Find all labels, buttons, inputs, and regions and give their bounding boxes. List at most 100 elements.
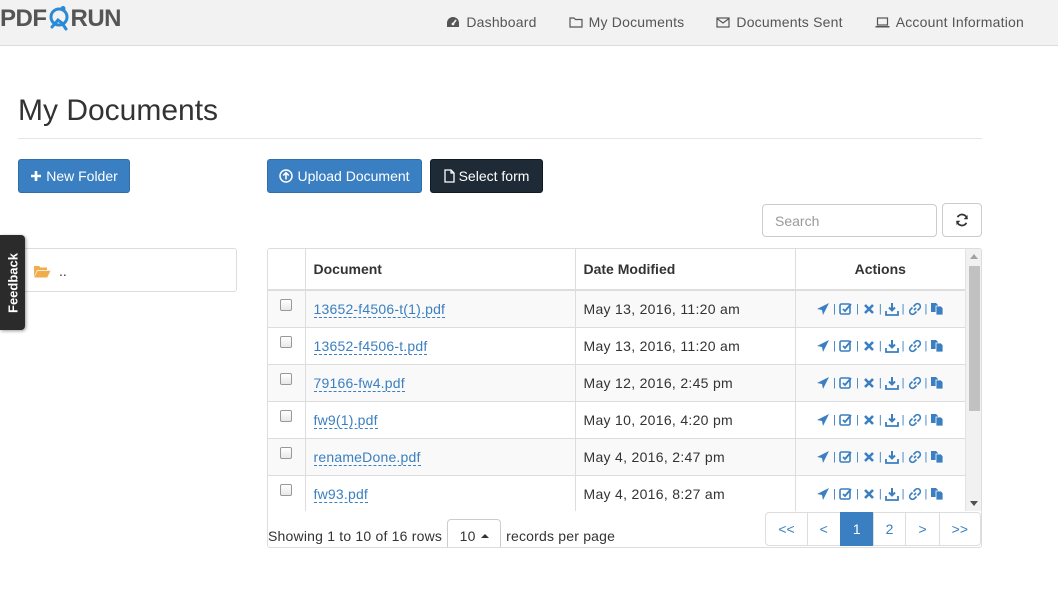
actions-cell: | | | | | bbox=[795, 438, 965, 476]
nav-dashboard-label: Dashboard bbox=[466, 14, 537, 30]
download-icon[interactable] bbox=[884, 486, 900, 502]
new-folder-button[interactable]: New Folder bbox=[18, 159, 130, 193]
document-link[interactable]: 13652-f4506-t(1).pdf bbox=[313, 300, 446, 318]
edit-icon[interactable] bbox=[838, 375, 854, 391]
edit-icon[interactable] bbox=[838, 338, 854, 354]
delete-icon[interactable] bbox=[861, 486, 877, 502]
nav-my-documents[interactable]: My Documents bbox=[569, 14, 685, 30]
table-row[interactable]: 13652-f4506-t(1).pdf May 13, 2016, 11:20 … bbox=[268, 290, 965, 328]
nav-dashboard[interactable]: Dashboard bbox=[446, 14, 536, 30]
table-row[interactable]: 79166-fw4.pdf May 12, 2016, 2:45 pm | | | | | bbox=[268, 364, 965, 402]
row-checkbox[interactable] bbox=[280, 483, 293, 496]
table-row[interactable]: fw93.pdf May 4, 2016, 8:27 am | | | | | bbox=[268, 475, 965, 511]
table-row[interactable]: 13652-f4506-t.pdf May 13, 2016, 11:20 am |… bbox=[268, 327, 965, 365]
row-checkbox[interactable] bbox=[280, 372, 293, 385]
link-icon[interactable] bbox=[907, 449, 923, 465]
pdfrun-logo[interactable]: PDF RUN bbox=[0, 5, 121, 33]
row-checkbox[interactable] bbox=[280, 299, 293, 312]
document-link[interactable]: renameDone.pdf bbox=[313, 448, 421, 466]
delete-icon[interactable] bbox=[861, 412, 877, 428]
send-icon[interactable] bbox=[815, 338, 831, 354]
copy-icon[interactable] bbox=[929, 412, 945, 428]
page-prev-button[interactable]: < bbox=[806, 512, 841, 546]
edit-icon[interactable] bbox=[838, 412, 854, 428]
copy-icon[interactable] bbox=[929, 338, 945, 354]
link-icon[interactable] bbox=[907, 338, 923, 354]
table-row[interactable]: fw9(1).pdf May 10, 2016, 4:20 pm | | | | | bbox=[268, 401, 965, 439]
header-document[interactable]: Document bbox=[305, 249, 576, 291]
send-icon[interactable] bbox=[815, 301, 831, 317]
search-input[interactable] bbox=[762, 204, 937, 237]
copy-icon[interactable] bbox=[929, 301, 945, 317]
showing-rows-text: Showing 1 to 10 of 16 rows bbox=[268, 528, 443, 544]
link-icon[interactable] bbox=[907, 412, 923, 428]
document-cell: fw93.pdf bbox=[305, 475, 576, 511]
delete-icon[interactable] bbox=[861, 375, 877, 391]
table-scroll-area[interactable]: Document Date Modified Actions 13652-f45… bbox=[268, 249, 965, 511]
download-icon[interactable] bbox=[884, 301, 900, 317]
scrollbar-thumb[interactable] bbox=[969, 266, 980, 411]
table-footer-info: Showing 1 to 10 of 16 rows 10 records pe… bbox=[268, 519, 615, 547]
download-icon[interactable] bbox=[884, 449, 900, 465]
action-separator: | bbox=[855, 413, 859, 426]
folder-icon bbox=[569, 17, 583, 28]
page-1-button[interactable]: 1 bbox=[839, 512, 874, 546]
table-body: 13652-f4506-t(1).pdf May 13, 2016, 11:20 … bbox=[268, 290, 965, 511]
row-select-cell bbox=[268, 364, 306, 402]
copy-icon[interactable] bbox=[929, 375, 945, 391]
scroll-up-arrow[interactable] bbox=[970, 254, 978, 259]
download-icon[interactable] bbox=[884, 412, 900, 428]
send-icon[interactable] bbox=[815, 449, 831, 465]
new-folder-label: New Folder bbox=[46, 168, 118, 184]
table-scrollbar[interactable] bbox=[965, 249, 981, 511]
page-first-button[interactable]: << bbox=[765, 512, 808, 546]
plus-icon bbox=[31, 171, 42, 181]
scroll-down-arrow[interactable] bbox=[970, 501, 978, 506]
actions-cell: | | | | | bbox=[795, 364, 965, 402]
row-checkbox[interactable] bbox=[280, 446, 293, 459]
nav-documents-sent[interactable]: Documents Sent bbox=[716, 14, 842, 30]
copy-icon[interactable] bbox=[929, 449, 945, 465]
page-size-dropdown[interactable]: 10 bbox=[447, 519, 502, 547]
nav-my-documents-label: My Documents bbox=[588, 14, 685, 30]
folder-item-parent[interactable]: .. bbox=[33, 263, 67, 279]
document-link[interactable]: 79166-fw4.pdf bbox=[313, 374, 405, 392]
download-icon[interactable] bbox=[884, 338, 900, 354]
delete-icon[interactable] bbox=[861, 449, 877, 465]
row-checkbox[interactable] bbox=[280, 409, 293, 422]
refresh-button[interactable] bbox=[942, 203, 982, 237]
action-separator: | bbox=[878, 302, 882, 315]
table-row[interactable]: renameDone.pdf May 4, 2016, 2:47 pm | | | | | bbox=[268, 438, 965, 476]
row-select-cell bbox=[268, 290, 306, 328]
page-next-button[interactable]: > bbox=[905, 512, 940, 546]
download-icon[interactable] bbox=[884, 375, 900, 391]
select-form-button[interactable]: Select form bbox=[430, 159, 543, 193]
edit-icon[interactable] bbox=[838, 486, 854, 502]
delete-icon[interactable] bbox=[861, 301, 877, 317]
date-modified-cell: May 4, 2016, 2:47 pm bbox=[575, 438, 796, 476]
row-checkbox[interactable] bbox=[280, 335, 293, 348]
send-icon[interactable] bbox=[815, 486, 831, 502]
document-cell: 79166-fw4.pdf bbox=[305, 364, 576, 402]
copy-icon[interactable] bbox=[929, 486, 945, 502]
edit-icon[interactable] bbox=[838, 449, 854, 465]
action-separator: | bbox=[855, 487, 859, 500]
title-divider bbox=[18, 138, 982, 139]
link-icon[interactable] bbox=[907, 375, 923, 391]
document-link[interactable]: fw93.pdf bbox=[313, 485, 369, 503]
link-icon[interactable] bbox=[907, 486, 923, 502]
edit-icon[interactable] bbox=[838, 301, 854, 317]
feedback-tab[interactable]: Feedback bbox=[0, 235, 25, 330]
document-link[interactable]: fw9(1).pdf bbox=[313, 411, 378, 429]
refresh-icon bbox=[956, 213, 968, 227]
delete-icon[interactable] bbox=[861, 338, 877, 354]
header-date-modified[interactable]: Date Modified bbox=[575, 249, 796, 291]
send-icon[interactable] bbox=[815, 375, 831, 391]
page-2-button[interactable]: 2 bbox=[872, 512, 907, 546]
link-icon[interactable] bbox=[907, 301, 923, 317]
upload-document-button[interactable]: Upload Document bbox=[267, 159, 422, 193]
document-link[interactable]: 13652-f4506-t.pdf bbox=[313, 337, 428, 355]
page-last-button[interactable]: >> bbox=[938, 512, 981, 546]
nav-account-information[interactable]: Account Information bbox=[875, 14, 1024, 30]
send-icon[interactable] bbox=[815, 412, 831, 428]
